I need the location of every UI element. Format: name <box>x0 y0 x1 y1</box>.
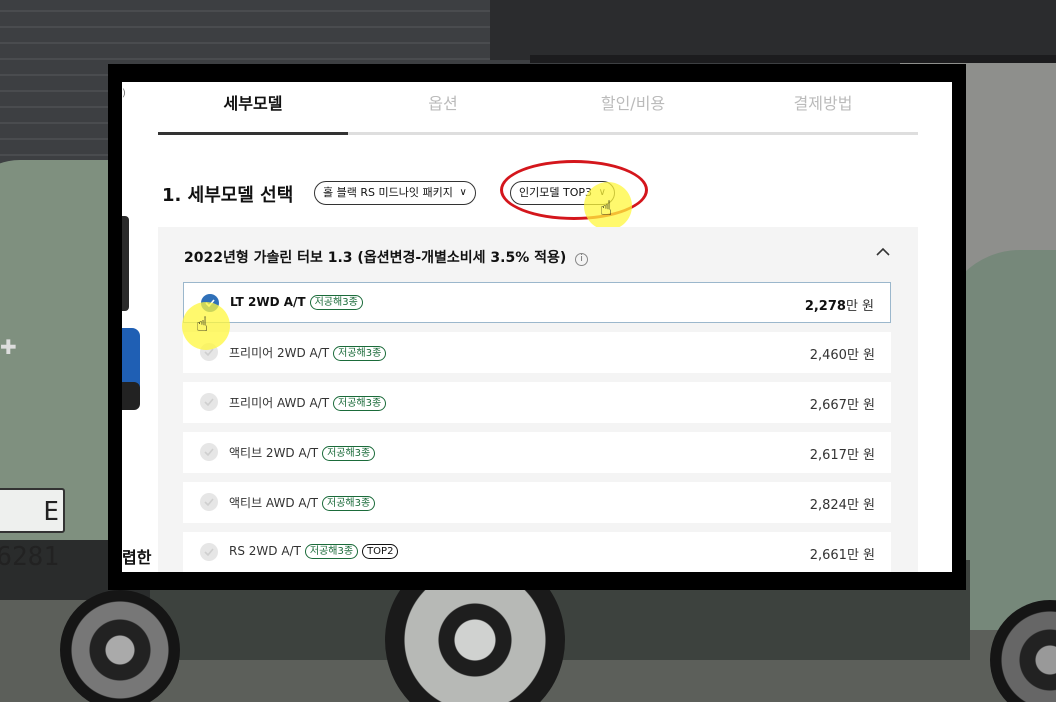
trim-price: 2,460만 원 <box>810 344 875 363</box>
tab-detail-model[interactable]: 세부모델 <box>158 82 348 135</box>
top-rank-badge: TOP2 <box>362 544 399 559</box>
side-edge-text: 렵한 <box>122 548 152 567</box>
chevron-up-icon[interactable] <box>876 245 890 259</box>
trim-row[interactable]: 프리미어 AWD A/T 저공해3종 2,667만 원 <box>183 382 891 423</box>
info-icon[interactable]: i <box>575 253 589 266</box>
low-emission-badge: 저공해3종 <box>322 446 376 461</box>
trim-price-unit: 만 원 <box>846 348 875 363</box>
trim-group-panel: 2022년형 가솔린 터보 1.3 (옵션변경-개별소비세 3.5% 적용) i… <box>158 227 918 572</box>
trim-price: 2,617만 원 <box>810 444 875 463</box>
license-plate: E 6281 <box>0 488 65 572</box>
package-dropdown-label: 홀 블랙 RS 미드나잇 패키지 <box>323 186 453 199</box>
trim-price-amount: 2,278 <box>804 299 846 314</box>
trim-price-amount: 2,661 <box>809 548 847 563</box>
trim-name: LT 2WD A/T 저공해3종 <box>230 295 363 310</box>
check-circle-icon[interactable] <box>200 493 218 511</box>
building-roof <box>490 0 1056 60</box>
trim-price-unit: 만 원 <box>846 548 875 563</box>
low-emission-badge: 저공해3종 <box>309 295 363 310</box>
trim-row[interactable]: RS 2WD A/T 저공해3종 TOP2 2,661만 원 <box>183 532 891 572</box>
trim-row[interactable]: 액티브 2WD A/T 저공해3종 2,617만 원 <box>183 432 891 473</box>
low-emission-badge: 저공해3종 <box>304 544 359 559</box>
hand-pointer-icon: ☝ <box>600 196 613 220</box>
chevron-down-icon: ∨ <box>459 187 467 198</box>
trim-name-text: 액티브 AWD A/T <box>229 496 318 510</box>
trim-row[interactable]: LT 2WD A/T 저공해3종 2,278만 원 <box>183 282 891 323</box>
low-emission-badge: 저공해3종 <box>333 396 387 411</box>
trim-price-amount: 2,617 <box>809 448 847 463</box>
side-mark-icon: ) <box>122 88 126 99</box>
trim-price-unit: 만 원 <box>846 498 875 513</box>
tab-options[interactable]: 옵션 <box>348 82 538 132</box>
trim-name: 프리미어 AWD A/T 저공해3종 <box>229 394 387 411</box>
side-car-thumbnail-shadow <box>122 382 140 410</box>
trim-price-unit: 만 원 <box>846 448 875 463</box>
trim-price: 2,667만 원 <box>810 394 875 413</box>
trim-row[interactable]: 프리미어 2WD A/T 저공해3종 2,460만 원 <box>183 332 891 373</box>
trim-row[interactable]: 액티브 AWD A/T 저공해3종 2,824만 원 <box>183 482 891 523</box>
trim-price-unit: 만 원 <box>845 299 874 314</box>
package-dropdown[interactable]: 홀 블랙 RS 미드나잇 패키지 ∨ <box>314 181 476 205</box>
car-emblem-icon: ✚ <box>0 335 17 359</box>
left-edge-strip: ) 렵한 <box>122 82 158 572</box>
car-wheel-left <box>60 590 180 702</box>
section-title: 1. 세부모델 선택 <box>162 185 294 206</box>
side-dark-panel <box>122 216 129 311</box>
trim-price-unit: 만 원 <box>846 398 875 413</box>
trim-group-title-text: 2022년형 가솔린 터보 1.3 (옵션변경-개별소비세 3.5% 적용) <box>184 250 567 266</box>
trim-name-text: 프리미어 AWD A/T <box>229 396 330 410</box>
trim-price-amount: 2,460 <box>809 348 847 363</box>
low-emission-badge: 저공해3종 <box>322 496 376 511</box>
building-roof-edge <box>530 55 1056 63</box>
hand-pointer-icon: ☝ <box>196 312 209 336</box>
trim-price: 2,661만 원 <box>810 544 875 563</box>
trim-name: 액티브 AWD A/T 저공해3종 <box>229 494 376 511</box>
trim-name-text: 프리미어 2WD A/T <box>229 346 330 360</box>
step-tabs: 세부모델 옵션 할인/비용 결제방법 <box>158 82 918 135</box>
check-circle-icon[interactable] <box>200 543 218 561</box>
trim-name-text: 액티브 2WD A/T <box>229 446 319 460</box>
low-emission-badge: 저공해3종 <box>333 346 387 361</box>
trim-price-amount: 2,824 <box>809 498 847 513</box>
check-circle-icon[interactable] <box>200 393 218 411</box>
trim-name: RS 2WD A/T 저공해3종 TOP2 <box>229 544 399 559</box>
tab-discount-cost[interactable]: 할인/비용 <box>538 82 728 132</box>
check-circle-icon[interactable] <box>200 443 218 461</box>
tab-payment[interactable]: 결제방법 <box>728 82 918 132</box>
trim-name: 액티브 2WD A/T 저공해3종 <box>229 444 376 461</box>
trim-name-text: RS 2WD A/T <box>229 544 301 558</box>
trim-group-title[interactable]: 2022년형 가솔린 터보 1.3 (옵션변경-개별소비세 3.5% 적용) i <box>184 247 589 267</box>
trim-name: 프리미어 2WD A/T 저공해3종 <box>229 344 387 361</box>
trim-price: 2,278만 원 <box>805 295 874 314</box>
trim-price: 2,824만 원 <box>810 494 875 513</box>
trim-price-amount: 2,667 <box>809 398 847 413</box>
configurator-screen: ) 렵한 세부모델 옵션 할인/비용 결제방법 1. 세부모델 선택 홀 블랙 … <box>122 82 952 572</box>
trim-name-text: LT 2WD A/T <box>230 295 306 309</box>
